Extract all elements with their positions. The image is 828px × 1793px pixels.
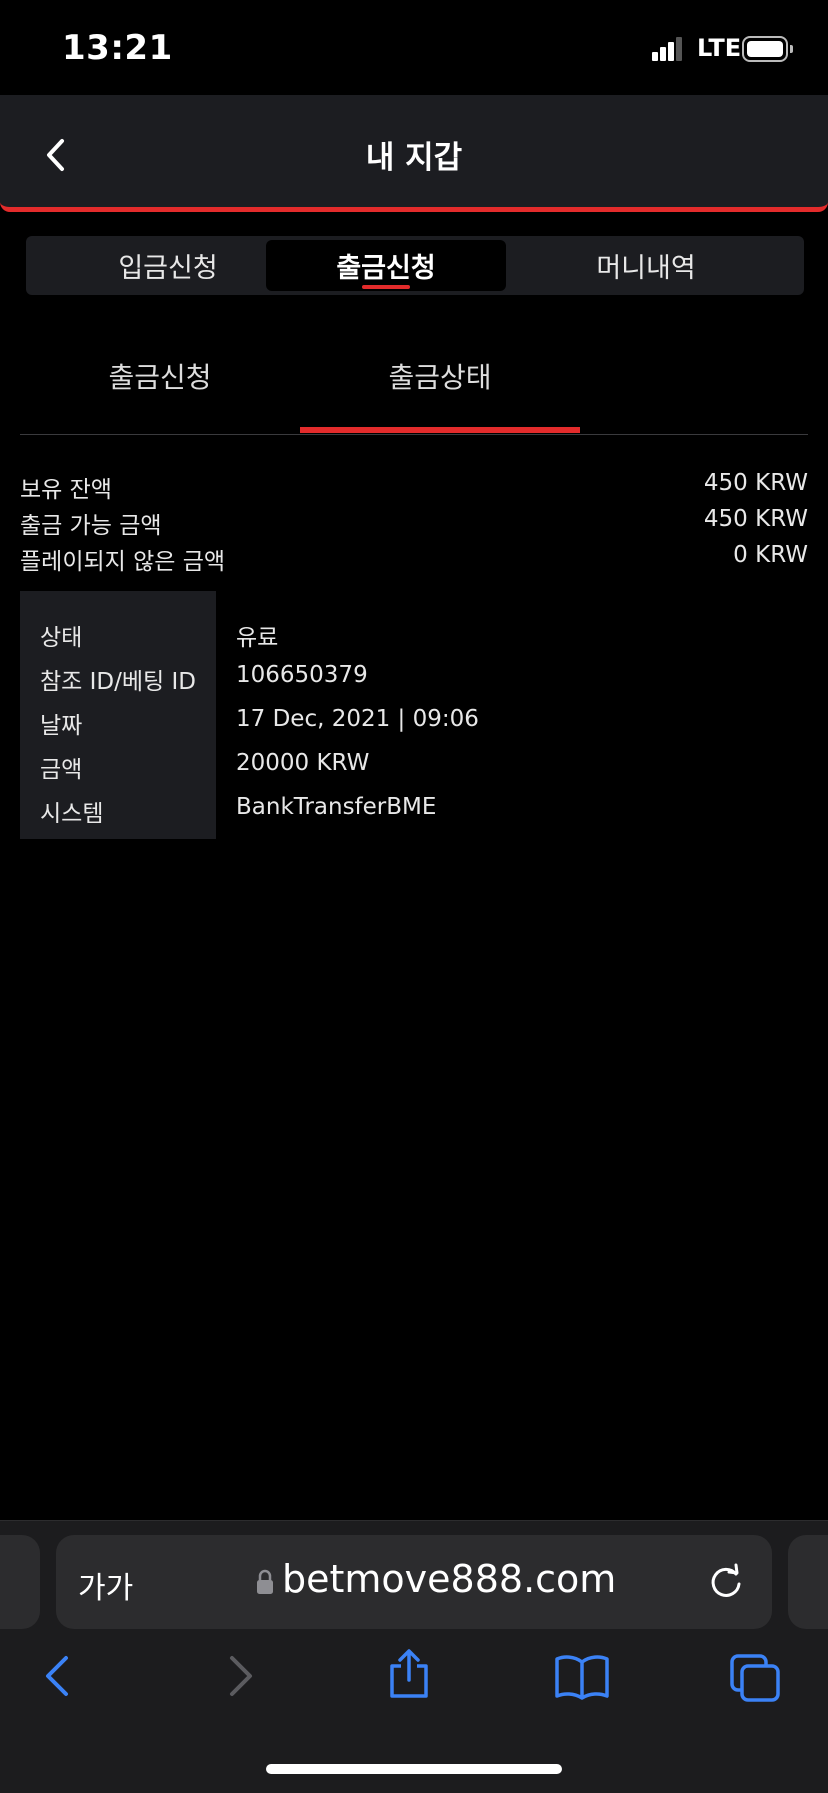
main-tab-bar: 입금신청 출금신청 머니내역	[26, 236, 804, 295]
share-icon[interactable]	[384, 1648, 434, 1700]
subtab-withdraw-request[interactable]: 출금신청	[20, 356, 300, 406]
active-tab-indicator	[362, 285, 410, 289]
active-subtab-indicator	[300, 427, 580, 433]
detail-value: 20000 KRW	[236, 750, 370, 776]
detail-value: 17 Dec, 2021 | 09:06	[236, 706, 479, 732]
detail-value: BankTransferBME	[236, 794, 437, 820]
detail-value: 유료	[236, 625, 279, 651]
detail-label: 참조 ID/베팅 ID	[40, 669, 196, 695]
previous-tab-preview[interactable]	[0, 1535, 40, 1629]
balance-label: 보유 잔액	[20, 477, 112, 503]
bookmarks-icon[interactable]	[554, 1652, 610, 1700]
url-text[interactable]: betmove888.com	[282, 1557, 616, 1601]
signal-icon	[652, 37, 682, 61]
battery-icon	[742, 36, 793, 62]
detail-value: 106650379	[236, 662, 368, 688]
balance-row: 보유 잔액 450 KRW	[20, 470, 808, 504]
detail-label: 금액	[40, 757, 83, 783]
balance-value: 450 KRW	[703, 506, 808, 532]
tab-label: 머니내역	[596, 253, 696, 284]
detail-label: 시스템	[40, 801, 104, 827]
page-title: 내 지갑	[365, 140, 463, 176]
home-indicator	[266, 1764, 562, 1774]
subtab-withdraw-status[interactable]: 출금상태	[300, 356, 580, 406]
lock-icon	[257, 1569, 273, 1594]
balance-value: 0 KRW	[733, 542, 808, 568]
detail-label: 상태	[40, 625, 83, 651]
balance-row: 출금 가능 금액 450 KRW	[20, 506, 808, 540]
balance-row: 플레이되지 않은 금액 0 KRW	[20, 542, 808, 576]
balance-value: 450 KRW	[703, 470, 808, 496]
browser-back-icon[interactable]	[36, 1652, 84, 1700]
tab-withdraw-request[interactable]: 출금신청	[266, 240, 506, 291]
next-tab-preview[interactable]	[788, 1535, 828, 1629]
tab-money-history[interactable]: 머니내역	[526, 240, 766, 291]
status-time: 13:21	[62, 28, 173, 68]
balance-label: 출금 가능 금액	[20, 513, 162, 539]
divider	[20, 434, 808, 435]
detail-label: 날짜	[40, 713, 83, 739]
tabs-icon[interactable]	[728, 1652, 782, 1704]
tab-deposit-request[interactable]: 입금신청	[48, 240, 288, 291]
tab-label: 입금신청	[118, 253, 218, 284]
browser-forward-icon[interactable]	[214, 1652, 262, 1700]
balance-label: 플레이되지 않은 금액	[20, 549, 226, 575]
reload-icon[interactable]	[706, 1562, 746, 1602]
text-size-button[interactable]: 가가	[78, 1563, 133, 1607]
network-label: LTE	[697, 34, 742, 62]
tab-label: 출금신청	[336, 253, 436, 284]
